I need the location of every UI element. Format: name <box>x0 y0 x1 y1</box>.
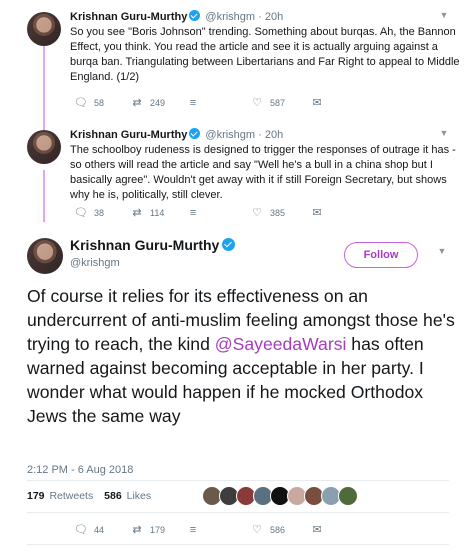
retweet-count: 249 <box>150 98 166 108</box>
divider <box>27 512 449 513</box>
author-name-row: Krishnan Guru-Murthy <box>70 236 236 254</box>
like-button[interactable]: ♡ 587 <box>250 96 285 110</box>
tweet-header: Krishnan Guru-Murthy @krishgm · 20h <box>70 128 283 142</box>
tweet-stats: 179 Retweets 586 Likes <box>27 490 151 502</box>
tweet-time[interactable]: 20h <box>265 11 283 23</box>
heart-icon: ♡ <box>252 524 262 536</box>
author-handle[interactable]: @krishgm <box>205 11 255 23</box>
liker-avatar[interactable] <box>338 486 358 506</box>
reply-button[interactable]: 🗨 58 <box>74 96 104 110</box>
tweet-text: Of course it relies for its effectivenes… <box>27 284 467 428</box>
divider <box>27 544 449 545</box>
stack-icon: ≡ <box>189 97 197 109</box>
like-button[interactable]: ♡ 385 <box>250 206 285 220</box>
retweets-stat-count: 179 <box>27 490 45 502</box>
liker-avatars <box>202 486 452 506</box>
avatar[interactable] <box>27 130 61 164</box>
divider <box>27 480 449 481</box>
author-handle[interactable]: @krishgm <box>70 256 235 270</box>
verified-badge-icon <box>189 128 201 139</box>
stack-button[interactable]: ≡ <box>186 522 206 538</box>
separator-dot: · <box>258 129 262 141</box>
tweet-text: The schoolboy rudeness is designed to tr… <box>70 144 456 201</box>
retweets-stat-label: Retweets <box>49 490 94 502</box>
reply-button[interactable]: 🗨 38 <box>74 206 104 220</box>
retweet-icon: ⇄ <box>132 207 142 219</box>
retweet-icon: ⇄ <box>132 524 142 536</box>
retweet-button[interactable]: ⇄ 249 <box>130 96 165 110</box>
chevron-down-icon[interactable]: ▼ <box>438 128 450 138</box>
retweet-count: 114 <box>150 208 165 218</box>
avatar[interactable] <box>27 238 63 274</box>
stack-button[interactable]: ≡ <box>186 96 206 110</box>
likes-stat-label: Likes <box>126 490 152 502</box>
envelope-icon: ✉ <box>312 524 322 536</box>
tweet[interactable]: Krishnan Guru-Murthy @krishgm · 20h ▼ So… <box>0 0 476 118</box>
stack-icon: ≡ <box>189 207 197 219</box>
reply-icon: 🗨 <box>74 524 88 536</box>
like-count: 385 <box>270 208 286 218</box>
chevron-down-icon[interactable]: ▼ <box>438 10 450 20</box>
reply-button[interactable]: 🗨 44 <box>74 522 104 538</box>
dm-button[interactable]: ✉ <box>310 522 330 538</box>
chevron-down-icon[interactable]: ▼ <box>436 246 448 256</box>
envelope-icon: ✉ <box>312 97 322 109</box>
retweet-button[interactable]: ⇄ 114 <box>130 206 164 220</box>
likes-stat[interactable]: 586 Likes <box>104 490 151 502</box>
avatar[interactable] <box>27 12 61 46</box>
author-handle[interactable]: @krishgm <box>205 129 255 141</box>
stack-button[interactable]: ≡ <box>186 206 206 220</box>
tweet-header: Krishnan Guru-Murthy @krishgm · 20h <box>70 10 283 24</box>
tweet-timestamp[interactable]: 2:12 PM - 6 Aug 2018 <box>27 464 133 476</box>
reply-icon: 🗨 <box>74 207 88 219</box>
reply-count: 38 <box>94 208 105 218</box>
reply-count: 58 <box>94 98 105 108</box>
author-name[interactable]: Krishnan Guru-Murthy <box>70 11 187 23</box>
follow-button[interactable]: Follow <box>344 242 418 268</box>
author-name[interactable]: Krishnan Guru-Murthy <box>70 129 187 141</box>
envelope-icon: ✉ <box>312 207 322 219</box>
reply-count: 44 <box>94 525 105 535</box>
tweet-header: Krishnan Guru-Murthy @krishgm <box>70 236 236 270</box>
likes-stat-count: 586 <box>104 490 122 502</box>
like-count: 587 <box>270 98 286 108</box>
tweet-time[interactable]: 20h <box>265 129 283 141</box>
verified-badge-icon <box>222 238 236 251</box>
dm-button[interactable]: ✉ <box>310 96 330 110</box>
mention-link[interactable]: @SayeedaWarsi <box>215 334 347 354</box>
focused-tweet: Krishnan Guru-Murthy @krishgm Follow ▼ O… <box>0 226 476 558</box>
author-name[interactable]: Krishnan Guru-Murthy <box>70 237 219 253</box>
tweet-text: So you see "Boris Johnson" trending. Som… <box>70 26 460 83</box>
reply-icon: 🗨 <box>74 97 88 109</box>
like-count: 586 <box>270 525 286 535</box>
stack-icon: ≡ <box>189 524 197 536</box>
heart-icon: ♡ <box>252 97 262 109</box>
dm-button[interactable]: ✉ <box>310 206 330 220</box>
retweet-icon: ⇄ <box>132 97 142 109</box>
retweet-button[interactable]: ⇄ 179 <box>130 522 165 538</box>
separator-dot: · <box>258 11 262 23</box>
heart-icon: ♡ <box>252 207 262 219</box>
retweet-count: 179 <box>150 525 166 535</box>
verified-badge-icon <box>189 10 201 21</box>
retweets-stat[interactable]: 179 Retweets <box>27 490 93 502</box>
like-button[interactable]: ♡ 586 <box>250 522 285 538</box>
tweet[interactable]: Krishnan Guru-Murthy @krishgm · 20h ▼ Th… <box>0 118 476 226</box>
